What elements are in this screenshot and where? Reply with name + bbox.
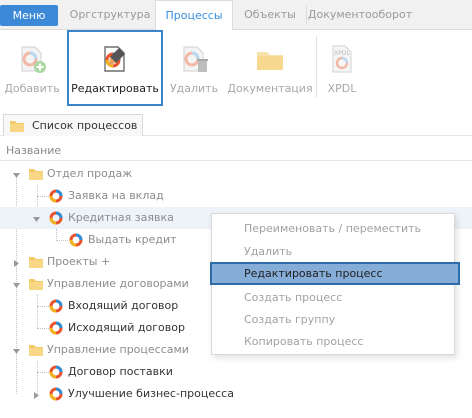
- tree-row-label: Входящий договор: [68, 299, 179, 312]
- folder-icon: [255, 44, 285, 74]
- tab-process-list[interactable]: Список процессов: [3, 114, 143, 136]
- tree-row-label: Заявка на вклад: [68, 189, 164, 202]
- menu-item-copy-process[interactable]: Копировать процесс: [212, 331, 454, 354]
- menu-item-delete[interactable]: Удалить: [212, 241, 454, 264]
- collapse-arrow-icon[interactable]: [12, 170, 21, 179]
- tree-row-process[interactable]: Заявка на вклад: [0, 185, 472, 207]
- tab-orgstructure[interactable]: Оргструктура: [66, 0, 154, 30]
- xpdl-button[interactable]: XPDL XPDL: [320, 30, 364, 106]
- tree-row-label: Управление процессами: [47, 343, 189, 356]
- tab-process-list-label: Список процессов: [32, 119, 138, 132]
- tree-row-label: Исходящий договор: [68, 321, 185, 334]
- column-header-label: Название: [6, 144, 62, 157]
- expand-arrow-icon[interactable]: [32, 390, 41, 399]
- tree-row-folder[interactable]: Отдел продаж: [0, 163, 472, 185]
- process-add-icon: [17, 44, 47, 74]
- tree-row-label: Проекты +: [47, 255, 111, 268]
- menu-item-create-process[interactable]: Создать процесс: [212, 287, 454, 310]
- edit-button-label: Редактировать: [71, 82, 159, 95]
- tab-processes[interactable]: Процессы: [155, 0, 233, 31]
- xpdl-button-label: XPDL: [327, 82, 357, 95]
- menu-item-label: Копировать процесс: [244, 335, 364, 348]
- panel-tab-strip: Список процессов: [0, 112, 472, 136]
- add-button[interactable]: Добавить: [2, 30, 62, 106]
- tree-row-label: Управление договорами: [47, 277, 189, 290]
- column-header-name[interactable]: Название: [0, 141, 472, 161]
- folder-icon: [10, 120, 24, 135]
- menu-item-label: Удалить: [244, 245, 293, 258]
- process-ring-icon: [48, 188, 64, 204]
- menu-item-rename-move[interactable]: Переименовать / переместить: [212, 218, 454, 241]
- documentation-button-label: Документация: [227, 82, 313, 95]
- delete-button-label: Удалить: [169, 82, 219, 95]
- folder-icon: [28, 276, 44, 292]
- collapse-arrow-icon[interactable]: [12, 346, 21, 355]
- folder-icon: [28, 166, 44, 182]
- process-edit-icon: [100, 44, 130, 74]
- expand-arrow-icon[interactable]: [12, 258, 21, 267]
- xpdl-file-icon: XPDL: [327, 44, 357, 74]
- tree-row-process[interactable]: Улучшение бизнес-процесса: [0, 383, 472, 405]
- menu-item-create-group[interactable]: Создать группу: [212, 309, 454, 332]
- documentation-button[interactable]: Документация: [226, 30, 314, 106]
- ribbon-toolbar: Добавить Редактировать Удалить Документа…: [0, 30, 472, 112]
- menu-item-label: Редактировать процесс: [244, 267, 383, 280]
- tree-row-process[interactable]: Договор поставки: [0, 361, 472, 383]
- process-ring-icon: [48, 320, 64, 336]
- edit-button[interactable]: Редактировать: [67, 30, 163, 106]
- ribbon-separator: [316, 36, 317, 98]
- tree-row-label: Договор поставки: [68, 365, 173, 378]
- tab-document-flow[interactable]: Документооборот: [307, 0, 413, 30]
- folder-icon: [28, 254, 44, 270]
- process-delete-icon: [179, 44, 209, 74]
- menu-button[interactable]: Меню: [0, 5, 58, 26]
- process-ring-icon: [68, 232, 84, 248]
- collapse-arrow-icon[interactable]: [32, 214, 41, 223]
- tree-row-label: Кредитная заявка: [68, 211, 174, 224]
- top-tab-bar: Меню Оргструктура Процессы Объекты Докум…: [0, 0, 472, 31]
- xpdl-badge-text: XPDL: [334, 50, 350, 57]
- tree-row-label: Выдать кредит: [88, 233, 177, 246]
- process-ring-icon: [48, 210, 64, 226]
- menu-item-edit-process[interactable]: Редактировать процесс: [210, 262, 460, 285]
- tab-objects[interactable]: Объекты: [234, 0, 306, 30]
- process-ring-icon: [48, 364, 64, 380]
- delete-button[interactable]: Удалить: [166, 30, 222, 106]
- collapse-arrow-icon[interactable]: [12, 280, 21, 289]
- menu-item-label: Создать группу: [244, 313, 336, 326]
- tree-row-label: Отдел продаж: [47, 167, 133, 180]
- context-menu: Переименовать / переместить Удалить Реда…: [210, 213, 460, 355]
- menu-item-label: Создать процесс: [244, 291, 343, 304]
- folder-icon: [28, 342, 44, 358]
- process-ring-icon: [48, 386, 64, 402]
- menu-item-label: Переименовать / переместить: [244, 222, 422, 235]
- process-ring-icon: [48, 298, 64, 314]
- tree-row-label: Улучшение бизнес-процесса: [68, 387, 234, 400]
- add-button-label: Добавить: [4, 82, 60, 95]
